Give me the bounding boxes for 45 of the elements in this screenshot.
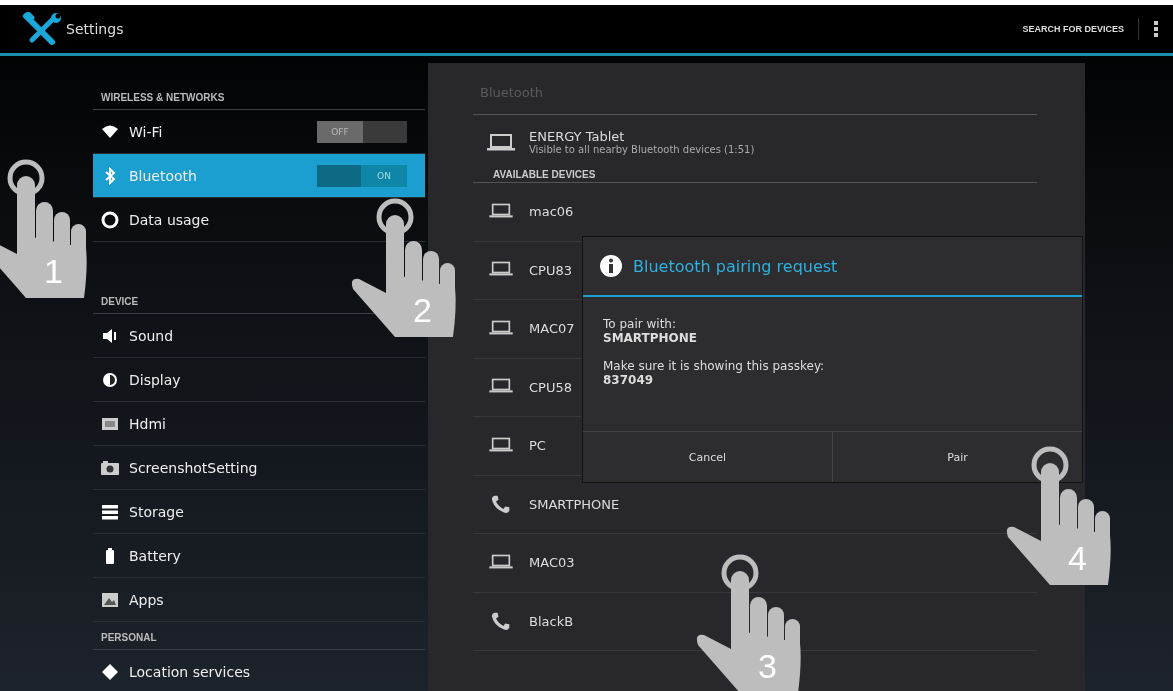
app-title: Settings [66, 21, 124, 37]
menu-item[interactable]: Location services [129, 663, 251, 680]
device-name: ENERGY Tablet [529, 129, 626, 144]
dialog-button[interactable]: Cancel [583, 432, 833, 482]
device-name[interactable]: MAC03 [529, 555, 575, 571]
menu-item[interactable]: Battery [129, 547, 181, 564]
step-number: 4 [1068, 541, 1087, 575]
search-devices-button[interactable]: SEARCH FOR DEVICES [1008, 18, 1139, 40]
visibility-status: Visible to all nearby Bluetooth devices (1:51) [529, 144, 755, 155]
menu-item[interactable]: Storage [129, 503, 184, 520]
step-number: 1 [44, 254, 63, 288]
contrast-icon [101, 370, 119, 389]
dialog-button[interactable]: Pair [833, 432, 1082, 482]
section-header: PERSONAL [93, 622, 425, 650]
section-header: AVAILABLE DEVICES [473, 163, 1037, 183]
device-name[interactable]: BlackB [529, 613, 574, 629]
dialog-text: To pair with: [603, 317, 677, 331]
dialog-text: Make sure it is showing this passkey: [603, 359, 826, 373]
device-name[interactable]: CPU58 [529, 379, 572, 395]
device-name[interactable]: mac06 [529, 204, 574, 220]
device-name[interactable]: CPU83 [529, 262, 572, 278]
data-usage-icon [101, 210, 119, 229]
camera-icon [101, 458, 119, 477]
dialog-title: Bluetooth pairing request [633, 256, 838, 276]
info-icon [599, 254, 623, 278]
dialog-text: 837049 [603, 373, 655, 387]
section-header: WIRELESS & NETWORKS [93, 82, 425, 110]
speaker-icon [101, 326, 119, 345]
menu-item[interactable]: Data usage [129, 211, 210, 228]
wrench-screwdriver-icon [22, 12, 62, 46]
menu-item[interactable]: Wi-Fi [129, 123, 163, 140]
device-name[interactable]: SMARTPHONE [529, 496, 620, 512]
menu-item[interactable]: Apps [129, 591, 164, 608]
apps-icon [101, 590, 119, 609]
menu-item[interactable]: Sound [129, 327, 174, 344]
step-number: 3 [758, 649, 777, 683]
laptop-icon [487, 132, 515, 152]
menu-item[interactable]: Hdmi [129, 415, 166, 432]
storage-icon [101, 502, 119, 521]
menu-item[interactable]: ScreenshotSetting [129, 459, 258, 476]
location-icon [101, 662, 119, 681]
dialog-text: SMARTPHONE [603, 331, 699, 345]
device-name[interactable]: PC [529, 438, 546, 454]
menu-item[interactable]: Display [129, 371, 181, 388]
device-name[interactable]: MAC07 [529, 321, 575, 337]
